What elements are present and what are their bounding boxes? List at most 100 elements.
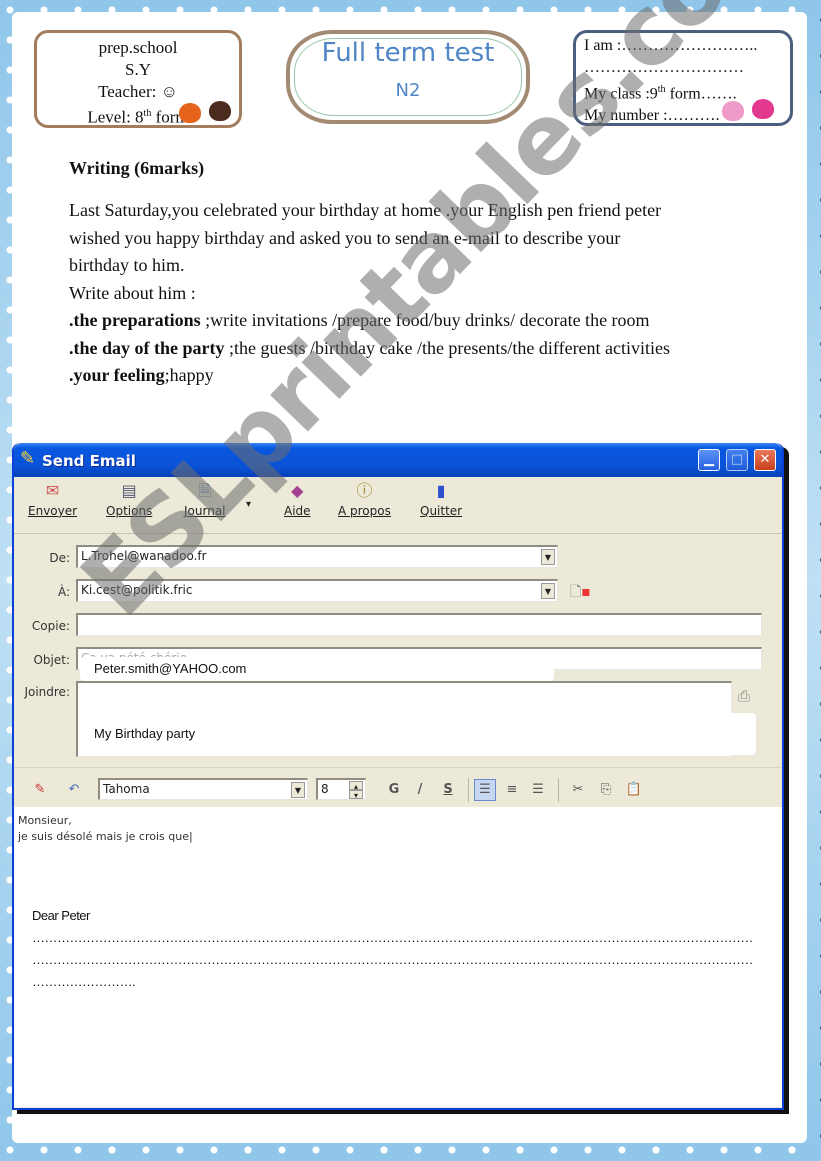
font-size-stepper[interactable]: 8 ▴ ▾	[316, 778, 366, 800]
font-select[interactable]: Tahoma ▼	[98, 778, 308, 800]
journal-dropdown-icon[interactable]: ▾	[246, 499, 251, 510]
pink-bird-icon	[722, 101, 744, 121]
toolbar-separator	[558, 778, 559, 802]
decrease-icon[interactable]: ▾	[349, 790, 363, 800]
journal-button[interactable]: 🗎 Journal	[184, 481, 226, 518]
send-label: Envoyer	[28, 504, 78, 518]
help-button[interactable]: ◆ Aide	[284, 481, 311, 518]
test-title-box: Full term test N2	[286, 30, 530, 124]
student-info-box: I am :…………………….. ………………………… My class :9t…	[573, 30, 793, 126]
window-titlebar[interactable]: ✎ Send Email ▁ □ ✕	[14, 443, 782, 477]
align-right-button[interactable]: ☰	[528, 780, 548, 800]
send-email-window: ✎ Send Email ▁ □ ✕ ✉ Envoyer ▤ Options 🗎…	[12, 443, 784, 1110]
about-button[interactable]: ⓘ A propos	[338, 481, 391, 518]
quit-label: Quitter	[420, 504, 463, 518]
level-label: Level: 8	[87, 107, 144, 127]
help-book-icon: ◆	[291, 481, 304, 500]
close-button[interactable]: ✕	[754, 449, 776, 471]
send-icon: ✉	[45, 481, 60, 500]
answer-line[interactable]: ……………………………………………………………………………………………………………	[32, 949, 752, 971]
class-sup: th	[657, 84, 666, 95]
about-label: A propos	[338, 504, 391, 518]
edit-pencil-icon[interactable]: ✎	[30, 780, 50, 800]
student-name-line: I am :……………………..	[584, 37, 758, 54]
bullet-preparations: .the preparations ;write invitations /pr…	[69, 307, 809, 335]
address-book-icon[interactable]: 🗋▪	[570, 581, 591, 605]
smiley-icon: ☺	[160, 82, 178, 101]
bullet-text: ;happy	[164, 365, 214, 385]
original-message: Monsieur, je suis désolé mais je crois q…	[18, 813, 193, 845]
email-toolbar: ✉ Envoyer ▤ Options 🗎 Journal ▾ ◆ Aide ⓘ…	[14, 477, 782, 534]
maximize-button[interactable]: □	[726, 449, 748, 471]
bullet-title: .your feeling	[69, 365, 165, 385]
options-icon: ▤	[121, 481, 137, 500]
letter-area: Dear Peter ………………………………………………………………………………	[32, 905, 752, 993]
align-left-button[interactable]: ☰	[474, 779, 496, 801]
teacher-label: Teacher:	[98, 82, 157, 101]
bullet-feeling: .your feeling;happy	[69, 362, 809, 390]
school-year: S.Y	[125, 60, 151, 79]
bullet-title: .the day of the party	[69, 337, 225, 358]
prompt-line: birthday to him.	[69, 255, 185, 275]
answer-line[interactable]: ……………………………………………………………………………………………………………	[32, 927, 752, 949]
underline-button[interactable]: S	[438, 780, 458, 800]
journal-icon: 🗎	[198, 481, 212, 500]
font-size-value: 8	[321, 782, 329, 796]
writing-heading: Writing (6marks)	[69, 158, 205, 178]
undo-icon[interactable]: ↶	[64, 780, 84, 800]
answer-line[interactable]: …………………….	[32, 971, 752, 993]
bold-button[interactable]: G	[384, 780, 404, 800]
quit-button[interactable]: ▮ Quitter	[420, 481, 462, 518]
message-line: je suis désolé mais je crois que|	[18, 830, 193, 843]
cc-input[interactable]	[76, 613, 762, 636]
exit-door-icon: ▮	[436, 481, 446, 500]
email-body-editor[interactable]: Monsieur, je suis désolé mais je crois q…	[14, 807, 782, 1107]
font-value: Tahoma	[103, 782, 150, 796]
writing-section: Writing (6marks) Last Saturday,you celeb…	[69, 158, 809, 390]
to-label: À:	[57, 585, 70, 599]
window-title: Send Email	[42, 452, 136, 470]
brown-bird-icon	[209, 101, 231, 121]
class-label: My class :9	[584, 85, 658, 103]
cc-label: Copie:	[31, 619, 70, 633]
cut-icon[interactable]: ✂	[568, 780, 588, 800]
quill-icon: ✎	[20, 448, 36, 469]
help-label: Aide	[284, 504, 311, 518]
about-icon: ⓘ	[356, 481, 373, 500]
attach-file-icon[interactable]: ⎙	[738, 687, 750, 705]
send-button[interactable]: ✉ Envoyer	[28, 481, 77, 518]
magenta-bird-icon	[752, 99, 774, 119]
journal-label: Journal	[184, 504, 226, 518]
prompt-line: Last Saturday,you celebrated your birthd…	[69, 200, 662, 220]
subject-overlay: My Birthday party	[80, 713, 756, 755]
toolbar-separator	[468, 778, 469, 802]
formatting-toolbar: ✎ ↶ Tahoma ▼ 8 ▴ ▾ G / S ☰ ≡ ☰ ✂ ⎘ 📋	[14, 767, 782, 808]
chevron-down-icon[interactable]: ▼	[291, 782, 305, 798]
subject-label: Objet:	[33, 653, 70, 667]
increase-icon[interactable]: ▴	[349, 781, 363, 791]
bullet-title: .the preparations	[69, 310, 201, 330]
from-value: L.Trohel@wanadoo.fr	[81, 549, 207, 563]
class-suffix: form…….	[665, 85, 737, 103]
student-name-line-2: …………………………	[584, 59, 744, 76]
options-button[interactable]: ▤ Options	[106, 481, 152, 518]
minimize-button[interactable]: ▁	[698, 449, 720, 471]
paste-icon[interactable]: 📋	[624, 780, 644, 800]
copy-icon[interactable]: ⎘	[596, 780, 616, 800]
test-title: Full term test	[321, 38, 495, 68]
italic-button[interactable]: /	[410, 780, 430, 800]
from-input[interactable]: L.Trohel@wanadoo.fr ▼	[76, 545, 558, 568]
chevron-down-icon[interactable]: ▼	[541, 549, 555, 565]
to-value: Ki.cest@politik.fric	[81, 583, 193, 597]
salutation-line: Monsieur,	[18, 814, 72, 827]
school-info-box: prep.school S.Y Teacher: ☺ Level: 8th fo…	[34, 30, 242, 128]
chevron-down-icon[interactable]: ▼	[541, 583, 555, 599]
bullet-text: ;write invitations /prepare food/buy dri…	[200, 310, 650, 330]
orange-bird-icon	[179, 103, 201, 123]
to-input[interactable]: Ki.cest@politik.fric ▼	[76, 579, 558, 602]
options-label: Options	[106, 504, 153, 518]
align-center-button[interactable]: ≡	[502, 780, 522, 800]
teacher-line: Teacher: ☺	[37, 81, 239, 103]
bullet-text: ;the guests /birthday cake /the presents…	[224, 337, 671, 358]
greeting: Dear Peter	[32, 908, 90, 923]
